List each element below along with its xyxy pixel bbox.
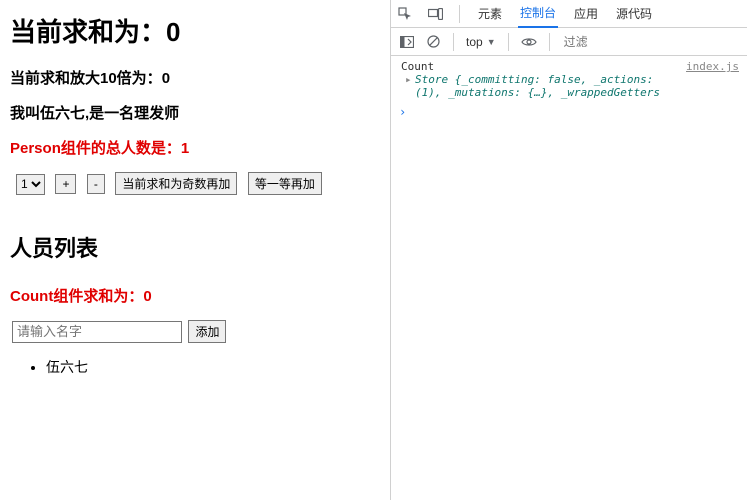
add-if-odd-button[interactable]: 当前求和为奇数再加	[115, 172, 237, 195]
sum-x10-prefix: 当前求和放大10倍为：	[10, 70, 162, 87]
console-prompt-icon[interactable]: ›	[397, 99, 741, 119]
sum-heading: 当前求和为：0	[10, 12, 380, 49]
console-body: Count index.js ▸ Store {_committing: fal…	[391, 56, 747, 123]
separator	[453, 33, 454, 51]
separator	[459, 5, 460, 23]
clear-console-icon[interactable]	[425, 34, 441, 50]
person-heading: 人员列表	[10, 231, 380, 263]
sum-heading-value: 0	[166, 17, 180, 47]
chevron-down-icon: ▼	[487, 37, 496, 47]
console-object-row: (1), _mutations: {…}, _wrappedGetters	[397, 86, 741, 99]
person-list: 伍六七	[12, 357, 380, 377]
separator	[549, 33, 550, 51]
console-toolbar: top ▼	[391, 28, 747, 56]
sidebar-toggle-icon[interactable]	[399, 34, 415, 50]
minus-button[interactable]: -	[87, 174, 105, 194]
filter-input[interactable]	[562, 34, 739, 50]
log-source[interactable]: index.js	[686, 60, 739, 73]
store-line1: Store {_committing: false, _actions:	[415, 73, 653, 86]
intro-text: 我叫伍六七,是一名理发师	[10, 102, 380, 123]
console-row: Count index.js	[397, 60, 741, 73]
add-person-row: 添加	[12, 320, 380, 343]
name-input[interactable]	[12, 321, 182, 343]
add-wait-button[interactable]: 等一等再加	[248, 172, 322, 195]
person-total-prefix: Person组件的总人数是：	[10, 140, 181, 157]
log-label: Count	[397, 60, 686, 73]
sum-x10: 当前求和放大10倍为：0	[10, 67, 380, 88]
disclosure-triangle-icon[interactable]: ▸	[405, 73, 415, 86]
context-label: top	[466, 35, 483, 49]
tab-elements[interactable]: 元素	[476, 0, 504, 28]
devtools-panel: 元素 控制台 应用 源代码 top ▼	[390, 0, 747, 500]
controls-row: 1 + - 当前求和为奇数再加 等一等再加	[16, 172, 380, 195]
store-line2: (1), _mutations: {…}, _wrappedGetters	[415, 86, 660, 99]
person-total: Person组件的总人数是：1	[10, 137, 380, 158]
tab-console[interactable]: 控制台	[518, 0, 558, 28]
context-select[interactable]: top ▼	[466, 35, 496, 49]
add-button[interactable]: 添加	[188, 320, 226, 343]
sum-heading-prefix: 当前求和为：	[10, 17, 166, 47]
inspect-icon[interactable]	[397, 6, 413, 22]
person-total-value: 1	[181, 140, 189, 157]
list-item: 伍六七	[46, 357, 380, 377]
count-sum: Count组件求和为：0	[10, 285, 380, 306]
console-object-row[interactable]: ▸ Store {_committing: false, _actions:	[397, 73, 741, 86]
sum-x10-value: 0	[162, 70, 170, 87]
spacer	[405, 86, 415, 99]
devtools-tabs: 元素 控制台 应用 源代码	[391, 0, 747, 28]
plus-button[interactable]: +	[55, 174, 76, 194]
count-sum-prefix: Count组件求和为：	[10, 288, 143, 305]
console-object-text: Store {_committing: false, _actions:	[415, 73, 653, 86]
tab-sources[interactable]: 源代码	[614, 0, 654, 28]
count-sum-value: 0	[143, 288, 151, 305]
tab-application[interactable]: 应用	[572, 0, 600, 28]
eye-icon[interactable]	[521, 34, 537, 50]
step-select[interactable]: 1	[16, 174, 45, 195]
separator	[508, 33, 509, 51]
device-icon[interactable]	[427, 6, 443, 22]
app-page: 当前求和为：0 当前求和放大10倍为：0 我叫伍六七,是一名理发师 Person…	[0, 0, 390, 500]
